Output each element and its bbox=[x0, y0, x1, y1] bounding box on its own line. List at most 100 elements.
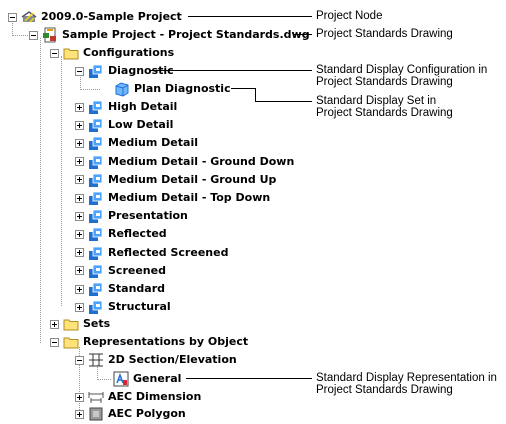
tree-node-config-item[interactable]: Structural bbox=[75, 298, 171, 316]
expand-toggle[interactable] bbox=[75, 138, 84, 148]
tree-node-config-item[interactable]: Reflected Screened bbox=[75, 244, 228, 262]
polygon-icon bbox=[88, 406, 104, 422]
collapse-toggle[interactable] bbox=[29, 30, 38, 40]
tree-node-plan-diagnostic[interactable]: Plan Diagnostic bbox=[114, 80, 231, 98]
callout-project-node: Project Node bbox=[316, 10, 383, 22]
tree-guide-line bbox=[40, 38, 42, 343]
config-item-label: Standard bbox=[108, 282, 166, 295]
leader-line-project bbox=[188, 16, 312, 17]
representations-label: Representations by Object bbox=[83, 335, 249, 348]
display-config-icon bbox=[88, 245, 104, 261]
leader-line-representation bbox=[186, 378, 312, 379]
display-config-icon bbox=[88, 281, 104, 297]
callout-project-standards-drawing: Project Standards Drawing bbox=[316, 28, 453, 40]
display-config-icon bbox=[88, 226, 104, 242]
plan-diagnostic-label: Plan Diagnostic bbox=[134, 82, 231, 95]
tree-node-section-elevation[interactable]: 2D Section/Elevation bbox=[75, 351, 237, 369]
display-config-icon bbox=[88, 63, 104, 79]
project-icon bbox=[21, 9, 37, 25]
display-config-icon bbox=[88, 263, 104, 279]
tree-node-config-item[interactable]: Medium Detail bbox=[75, 134, 198, 152]
config-item-label: Medium Detail - Ground Up bbox=[108, 172, 277, 186]
leader-line-configuration bbox=[150, 70, 312, 71]
tree-guide-line bbox=[97, 379, 111, 381]
tree-node-config-item[interactable]: Standard bbox=[75, 280, 165, 298]
config-item-label: High Detail bbox=[108, 100, 178, 113]
config-item-label: Medium Detail bbox=[108, 136, 198, 150]
expand-toggle[interactable] bbox=[50, 319, 59, 329]
tree-node-config-item[interactable]: Reflected bbox=[75, 225, 167, 243]
collapse-toggle[interactable] bbox=[50, 337, 59, 347]
expand-toggle[interactable] bbox=[75, 392, 84, 402]
tree-node-sets[interactable]: Sets bbox=[50, 315, 110, 333]
display-config-icon bbox=[88, 99, 104, 115]
display-config-icon bbox=[88, 154, 104, 170]
tree-node-config-item[interactable]: Medium Detail - Ground Down bbox=[75, 153, 294, 171]
leader-line-drawing bbox=[294, 34, 312, 35]
collapse-toggle[interactable] bbox=[50, 48, 59, 58]
display-config-icon bbox=[88, 299, 104, 315]
config-item-label: Medium Detail - Ground Down bbox=[108, 154, 295, 168]
section-elevation-label: 2D Section/Elevation bbox=[108, 353, 237, 366]
expand-toggle[interactable] bbox=[75, 409, 84, 419]
display-config-icon bbox=[88, 190, 104, 206]
collapse-toggle[interactable] bbox=[75, 66, 84, 76]
display-representation-icon bbox=[113, 371, 129, 387]
config-item-label: Medium Detail - Top Down bbox=[108, 191, 271, 204]
display-config-icon bbox=[88, 208, 104, 224]
tree-node-project[interactable]: 2009.0-Sample Project bbox=[8, 8, 182, 26]
tree-node-config-item[interactable]: Medium Detail - Top Down bbox=[75, 189, 270, 207]
expand-toggle[interactable] bbox=[75, 102, 84, 112]
tree-guide-line bbox=[12, 35, 30, 37]
tree-node-config-item[interactable]: Medium Detail - Ground Up bbox=[75, 171, 276, 189]
folder-icon bbox=[63, 316, 79, 332]
tree-node-config-item[interactable]: Low Detail bbox=[75, 116, 173, 134]
tree-node-diagnostic[interactable]: Diagnostic bbox=[75, 62, 174, 80]
expand-toggle[interactable] bbox=[75, 284, 84, 294]
project-node-label: 2009.0-Sample Project bbox=[41, 10, 182, 23]
leader-line-set bbox=[231, 88, 255, 89]
sets-label: Sets bbox=[83, 317, 111, 330]
expand-toggle[interactable] bbox=[75, 266, 84, 276]
display-set-icon bbox=[114, 81, 130, 97]
tree-node-config-item[interactable]: Presentation bbox=[75, 207, 188, 225]
expand-toggle[interactable] bbox=[75, 193, 84, 203]
expand-toggle[interactable] bbox=[75, 157, 84, 167]
config-item-label: Presentation bbox=[108, 209, 188, 223]
expand-toggle[interactable] bbox=[75, 211, 84, 221]
tree-guide-line bbox=[61, 56, 63, 306]
config-item-label: Reflected bbox=[108, 227, 167, 241]
leader-line-set-vertical bbox=[255, 88, 256, 101]
tree-node-general[interactable]: General bbox=[113, 370, 181, 388]
section-elevation-icon bbox=[88, 352, 104, 368]
callout-display-representation: Standard Display Representation in Proje… bbox=[316, 372, 497, 396]
tree-node-aec-polygon[interactable]: AEC Polygon bbox=[75, 405, 186, 423]
folder-icon bbox=[63, 45, 79, 61]
expand-toggle[interactable] bbox=[75, 248, 84, 258]
aec-dimension-label: AEC Dimension bbox=[108, 390, 202, 403]
tree-node-representations[interactable]: Representations by Object bbox=[50, 333, 248, 351]
folder-icon bbox=[63, 334, 79, 350]
expand-toggle[interactable] bbox=[75, 120, 84, 130]
collapse-toggle[interactable] bbox=[75, 355, 84, 365]
tree-node-configurations[interactable]: Configurations bbox=[50, 44, 174, 62]
tree-guide-line bbox=[80, 89, 100, 91]
config-item-label: Structural bbox=[108, 300, 171, 314]
expand-toggle[interactable] bbox=[75, 229, 84, 239]
display-config-icon bbox=[88, 135, 104, 151]
config-item-label: Reflected Screened bbox=[108, 245, 229, 259]
dimension-icon bbox=[88, 389, 104, 405]
tree-node-config-item[interactable]: High Detail bbox=[75, 98, 177, 116]
display-config-icon bbox=[88, 117, 104, 133]
tree-node-aec-dimension[interactable]: AEC Dimension bbox=[75, 388, 201, 406]
display-config-icon bbox=[88, 172, 104, 188]
leader-line-set-end bbox=[255, 101, 312, 102]
expand-toggle[interactable] bbox=[75, 175, 84, 185]
expand-toggle[interactable] bbox=[75, 302, 84, 312]
general-label: General bbox=[133, 372, 182, 385]
drawing-label: Sample Project - Project Standards.dwg bbox=[62, 28, 310, 41]
collapse-toggle[interactable] bbox=[8, 12, 17, 22]
tree-node-drawing[interactable]: Sample Project - Project Standards.dwg bbox=[29, 26, 310, 44]
tree-node-config-item[interactable]: Screened bbox=[75, 262, 166, 280]
callout-display-configuration: Standard Display Configuration in Projec… bbox=[316, 64, 488, 88]
